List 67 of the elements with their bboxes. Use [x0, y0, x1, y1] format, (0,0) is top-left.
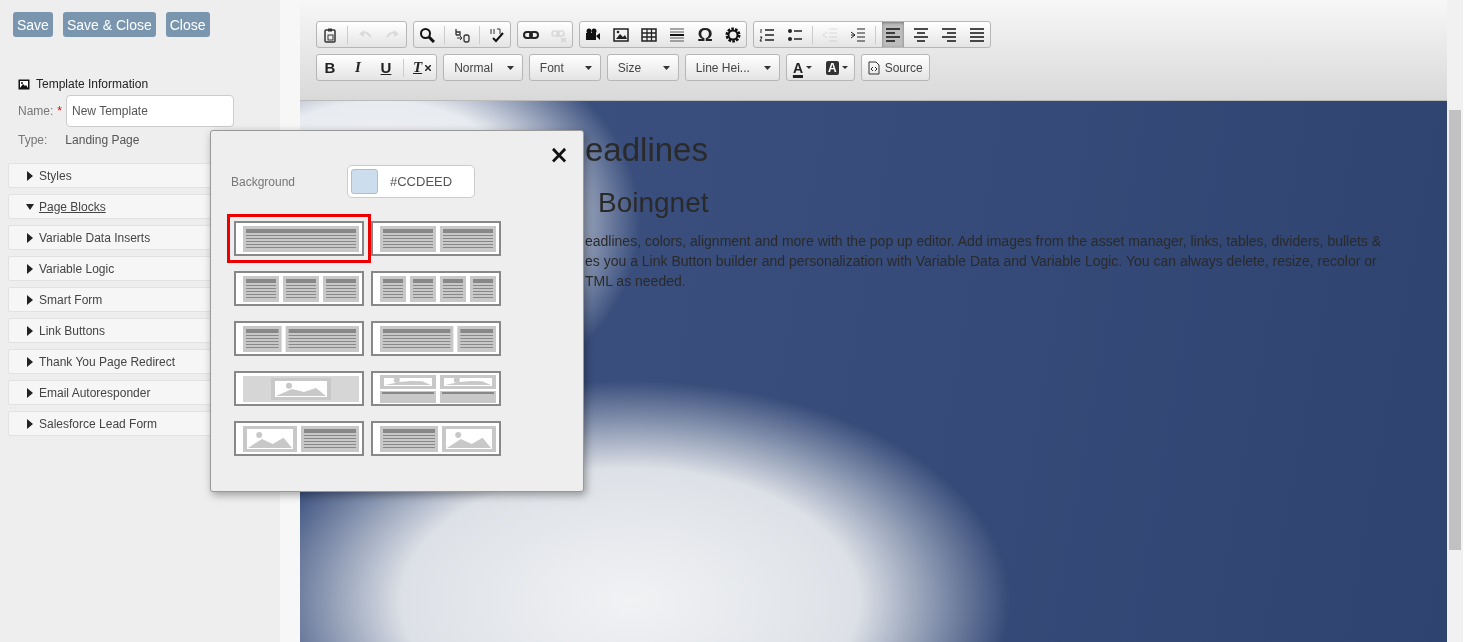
- indent-icon: [850, 26, 866, 43]
- caret-down-icon: [841, 66, 848, 69]
- justify-icon: [969, 26, 985, 43]
- accordion-title: Variable Logic: [39, 261, 115, 276]
- background-color-button[interactable]: A: [822, 55, 852, 80]
- caret-down-icon: [506, 65, 514, 70]
- numbered-list-icon: [759, 26, 775, 43]
- picture-icon: [18, 78, 30, 90]
- accordion-title: Salesforce Lead Form: [39, 416, 158, 431]
- close-icon: [425, 64, 432, 71]
- align-right-icon: [941, 26, 957, 43]
- format-dropdown[interactable]: Normal: [444, 55, 522, 80]
- caret-down-icon: [806, 66, 812, 69]
- accordion-title: Link Buttons: [39, 323, 106, 338]
- accordion-title: Variable Data Inserts: [39, 230, 151, 245]
- accordion-title: Email Autoresponder: [39, 385, 151, 400]
- paragraph-line: eadlines, colors, alignment and more with the pop up editor. Add images from the asset manager, links, tables, dividers, bullets &: [585, 232, 1383, 251]
- caret-down-icon: [763, 65, 771, 70]
- video-camera-icon: [585, 26, 601, 43]
- special-character-button[interactable]: Ω: [694, 22, 716, 47]
- picture-icon: [613, 26, 629, 43]
- gear-icon: [725, 26, 741, 43]
- italic-button[interactable]: I: [347, 55, 369, 80]
- bold-button[interactable]: B: [319, 55, 341, 80]
- format-dropdown[interactable]: Font: [529, 55, 600, 80]
- table-icon: [641, 26, 657, 43]
- search-icon: [419, 26, 435, 43]
- paragraph-line: es you a Link Button builder and personalization with Variable Data and Variable Logic. You can always delete, resize, recolor or: [585, 252, 1378, 271]
- field-value: Landing Page: [65, 133, 140, 147]
- align-center-icon: [913, 26, 929, 43]
- dropdown-label: Normal: [454, 60, 493, 75]
- field-label: Name:: [18, 104, 54, 118]
- name-field[interactable]: New Template: [66, 95, 234, 127]
- scrollbar-thumb[interactable]: [1449, 110, 1461, 550]
- color-field[interactable]: #CCDEED: [347, 165, 475, 198]
- field-label: Type:: [18, 133, 48, 147]
- remove-format-button[interactable]: T: [410, 55, 435, 80]
- accordion-title: Styles: [39, 168, 72, 183]
- headline: eadlines: [585, 131, 709, 170]
- layout-option[interactable]: [227, 214, 371, 263]
- align-left-button[interactable]: [882, 22, 904, 47]
- caret-down-icon: [584, 65, 592, 70]
- accordion-title: Thank You Page Redirect: [39, 354, 176, 369]
- dropdown-label: Line Hei...: [695, 60, 750, 75]
- horizontal-rule-icon: [669, 26, 685, 43]
- spellcheck-icon: [489, 26, 505, 43]
- bulleted-list-icon: [787, 26, 803, 43]
- dropdown-label: Size: [617, 60, 642, 75]
- required-mark: *: [57, 104, 62, 118]
- dropdown-label: Font: [539, 60, 564, 75]
- accordion-title: Smart Form: [39, 292, 103, 307]
- close-button[interactable]: ×: [548, 143, 569, 167]
- underline-button[interactable]: U: [375, 55, 397, 80]
- replace-icon: [454, 26, 470, 43]
- document-code-icon: [867, 60, 880, 75]
- paragraph-line: TML as needed.: [585, 272, 687, 291]
- outdent-icon: [822, 26, 838, 43]
- format-dropdown[interactable]: Line Hei...: [685, 55, 779, 80]
- caret-down-icon: [662, 65, 670, 70]
- align-left-icon: [885, 26, 901, 43]
- accordion-title: Page Blocks: [39, 199, 106, 214]
- color-swatch: [351, 169, 378, 194]
- text-color-button[interactable]: A: [788, 55, 816, 80]
- source-button[interactable]: Source: [861, 55, 929, 80]
- section-title: Template Information: [36, 77, 149, 91]
- format-dropdown[interactable]: Size: [607, 55, 678, 80]
- clipboard-icon: [322, 26, 338, 43]
